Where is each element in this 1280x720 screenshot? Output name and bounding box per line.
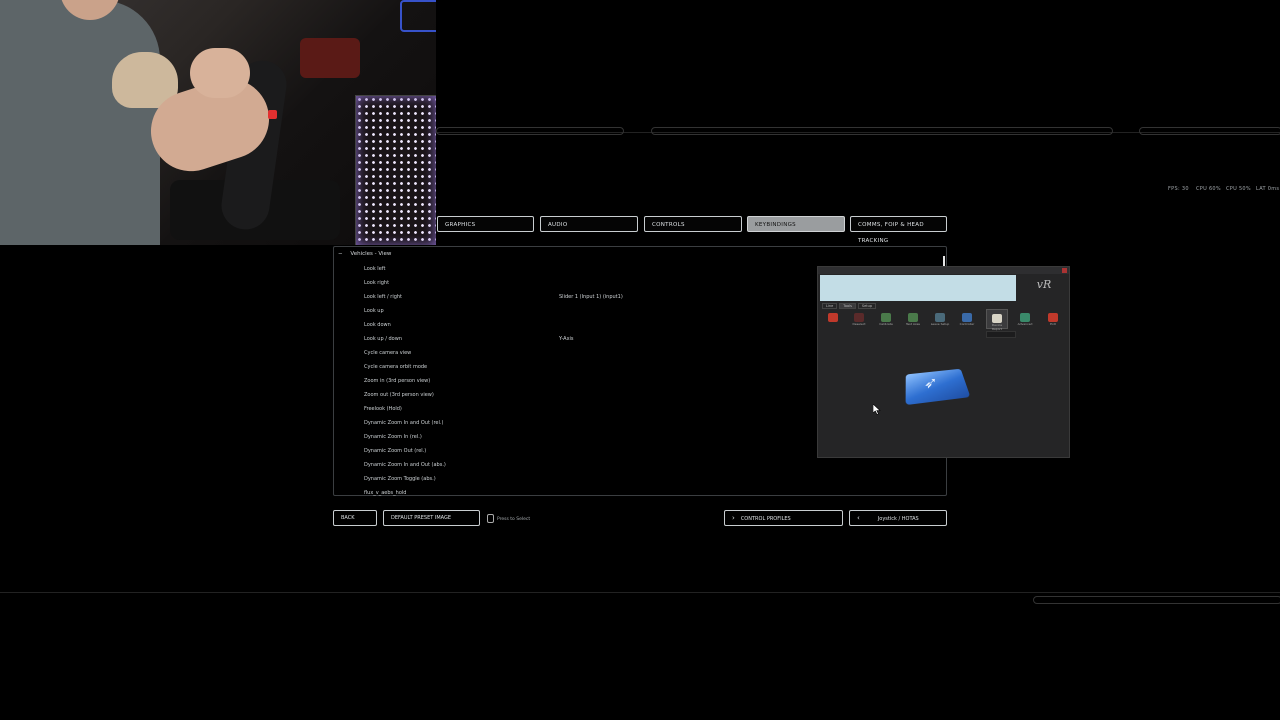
tool-icon bbox=[992, 314, 1002, 323]
app-tool-button[interactable]: Deselect bbox=[848, 309, 870, 329]
top-deco-center bbox=[651, 127, 1113, 135]
chevron-right-icon: › bbox=[732, 514, 735, 522]
tool-label: Exit bbox=[1050, 322, 1056, 326]
binding-action: Cycle camera orbit mode bbox=[364, 364, 428, 370]
tool-icon bbox=[1020, 313, 1030, 322]
binding-value: Y-Axis bbox=[559, 336, 574, 342]
binding-action: Look left bbox=[364, 266, 386, 272]
bottom-divider bbox=[0, 592, 1280, 593]
select-hint: Press to Select bbox=[487, 514, 530, 523]
webcam-red-button bbox=[268, 110, 277, 119]
top-deco-right bbox=[1139, 127, 1280, 135]
app-tool-button[interactable]: Calibrate bbox=[875, 309, 897, 329]
tool-label: Calibrate bbox=[879, 322, 893, 326]
category-label: Vehicles - View bbox=[350, 251, 392, 257]
webcam-monitor-edge bbox=[400, 0, 436, 32]
tab-controls[interactable]: CONTROLS bbox=[644, 216, 742, 232]
binding-row[interactable]: flux_v_aebs_hold bbox=[364, 488, 924, 502]
hud-cpu-2: CPU 50% bbox=[1226, 186, 1251, 192]
binding-action: Dynamic Zoom Toggle (abs.) bbox=[364, 476, 436, 482]
tool-icon bbox=[1048, 313, 1058, 322]
binding-action: Look left / right bbox=[364, 294, 403, 300]
webcam-person-hand bbox=[190, 48, 250, 98]
select-hint-label: Press to Select bbox=[497, 517, 531, 522]
app-tool-button-selected[interactable]: Device Report bbox=[986, 309, 1008, 331]
app-splash-tile bbox=[905, 368, 971, 406]
hud-latency: LAT 0ms bbox=[1256, 186, 1280, 192]
binding-action: Dynamic Zoom In and Out (abs.) bbox=[364, 462, 446, 468]
app-tool-button[interactable] bbox=[822, 309, 844, 329]
app-logo: vR bbox=[1036, 278, 1052, 291]
control-profiles-label: CONTROL PROFILES bbox=[740, 516, 791, 522]
hud-fps: FPS: 30 bbox=[1168, 186, 1189, 192]
top-deco-left bbox=[436, 127, 624, 135]
tab-audio[interactable]: AUDIO bbox=[540, 216, 638, 232]
binding-value: Slider 1 (Input 1) (input1) bbox=[559, 294, 623, 300]
app-tool-button[interactable]: Exit bbox=[1042, 309, 1064, 329]
binding-action: Zoom in (3rd person view) bbox=[364, 378, 431, 384]
tool-icon bbox=[908, 313, 918, 322]
binding-action: Zoom out (3rd person view) bbox=[364, 392, 434, 398]
collapse-icon: − bbox=[338, 251, 343, 257]
binding-action: Dynamic Zoom Out (rel.) bbox=[364, 448, 427, 454]
binding-action: Look up bbox=[364, 308, 384, 314]
binding-action: Look right bbox=[364, 280, 390, 286]
mouse-icon bbox=[487, 514, 494, 523]
app-status-indicator bbox=[986, 331, 1016, 338]
webcam-keyboard bbox=[355, 95, 436, 245]
chevron-left-icon: ‹ bbox=[857, 514, 860, 522]
binding-row[interactable]: Dynamic Zoom In and Out (abs.) bbox=[364, 460, 924, 474]
binding-action: Look down bbox=[364, 322, 391, 328]
tool-icon bbox=[854, 313, 864, 322]
webcam-red-box bbox=[300, 38, 360, 78]
binding-action: Cycle camera view bbox=[364, 350, 412, 356]
tool-icon bbox=[935, 313, 945, 322]
binding-row[interactable]: Dynamic Zoom Toggle (abs.) bbox=[364, 474, 924, 488]
default-preset-button[interactable]: DEFAULT PRESET IMAGE bbox=[383, 510, 480, 526]
binding-action: Dynamic Zoom In (rel.) bbox=[364, 434, 422, 440]
tool-label: Deselect bbox=[852, 322, 866, 326]
app-window-titlebar[interactable] bbox=[818, 267, 1069, 274]
binding-action: flux_v_aebs_hold bbox=[364, 490, 407, 496]
external-app-window[interactable]: vR Line Tools Setup Deselect Calibrate Tes… bbox=[817, 266, 1070, 458]
category-header-vehicles-view[interactable]: − Vehicles - View bbox=[338, 251, 391, 257]
binding-action: Freelook (Hold) bbox=[364, 406, 402, 412]
binding-action: Dynamic Zoom In and Out (rel.) bbox=[364, 420, 444, 426]
binding-action: Look up / down bbox=[364, 336, 402, 342]
app-tool-button[interactable]: Test Axes bbox=[902, 309, 924, 329]
tool-label: Test Axes bbox=[905, 322, 920, 326]
bottom-deco-right bbox=[1033, 596, 1280, 604]
tool-label: Device Report bbox=[991, 323, 1003, 331]
app-window-banner bbox=[820, 275, 1016, 301]
tab-keybindings[interactable]: KEYBINDINGS bbox=[747, 216, 845, 232]
tool-icon bbox=[881, 313, 891, 322]
app-tool-button[interactable]: Leave Setup bbox=[929, 309, 951, 329]
device-selector-button[interactable]: ‹ Joystick / HOTAS bbox=[849, 510, 947, 526]
tool-label: Controller bbox=[959, 322, 975, 326]
webcam-overlay bbox=[0, 0, 436, 245]
tool-label: Advanced bbox=[1017, 322, 1033, 326]
tool-icon bbox=[962, 313, 972, 322]
close-icon[interactable] bbox=[1062, 268, 1067, 273]
tab-comms-foip-head-tracking[interactable]: COMMS, FOIP & HEAD TRACKING bbox=[850, 216, 947, 244]
back-button[interactable]: BACK bbox=[333, 510, 377, 526]
app-tool-button[interactable]: Controller bbox=[956, 309, 978, 329]
device-selector-label: Joystick / HOTAS bbox=[877, 516, 919, 522]
app-tool-button[interactable]: Advanced bbox=[1014, 309, 1036, 329]
control-profiles-button[interactable]: › CONTROL PROFILES bbox=[724, 510, 843, 526]
bird-icon: ➶ bbox=[924, 373, 938, 392]
hud-cpu-1: CPU 60% bbox=[1196, 186, 1221, 192]
mouse-cursor-icon bbox=[873, 404, 881, 415]
tab-graphics[interactable]: GRAPHICS bbox=[437, 216, 534, 232]
webcam-person-shirt bbox=[0, 0, 160, 245]
tool-icon bbox=[828, 313, 838, 322]
tool-label: Leave Setup bbox=[930, 322, 950, 326]
